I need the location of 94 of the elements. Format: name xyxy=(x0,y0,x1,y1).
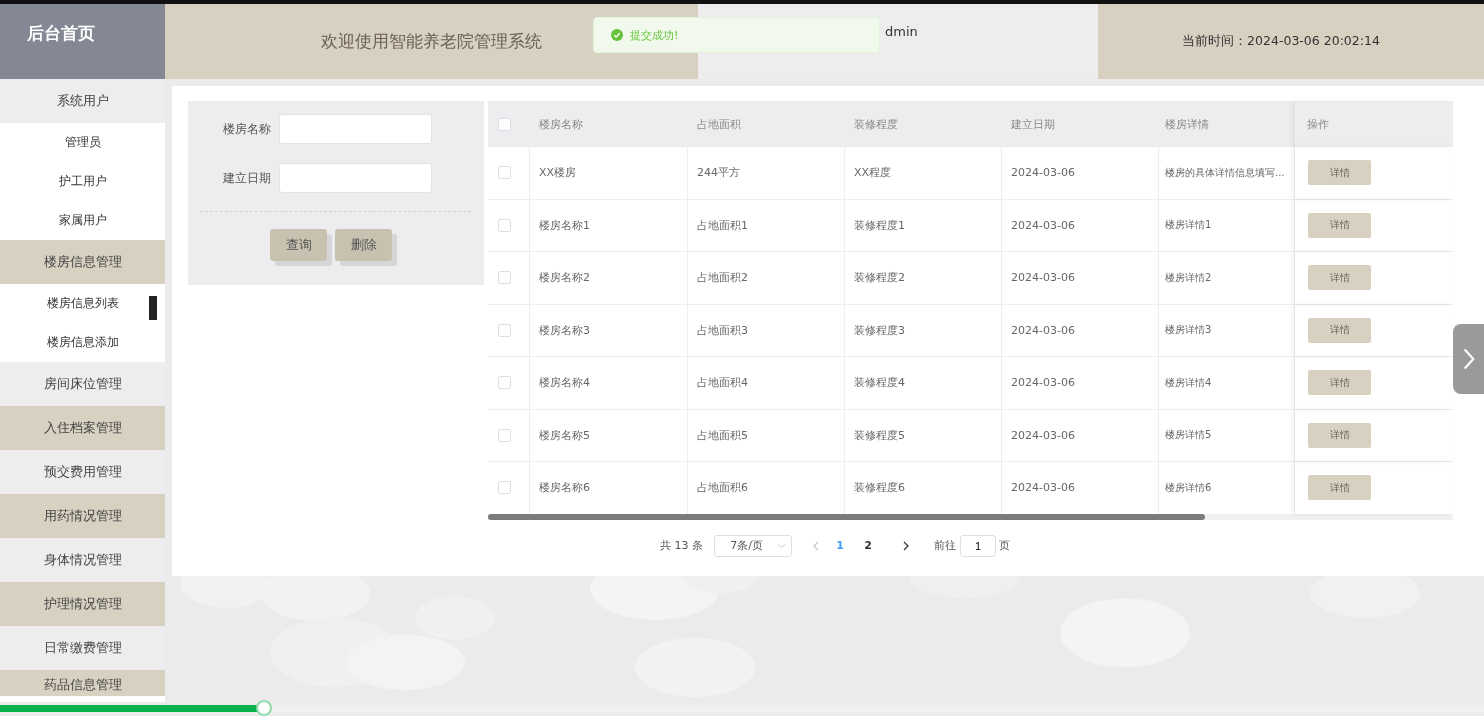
menu-group[interactable]: 入住档案管理 xyxy=(0,406,165,450)
progress-handle[interactable] xyxy=(256,700,273,716)
table-cell: 占地面积5 xyxy=(697,427,748,443)
column-header: 楼房详情 xyxy=(1165,116,1209,132)
page-size-select[interactable]: 7条/页 xyxy=(714,534,792,557)
checkbox[interactable] xyxy=(498,166,511,180)
scrollbar-thumb[interactable] xyxy=(488,513,1205,520)
checkbox[interactable] xyxy=(498,376,511,390)
table-cell: 装修程度2 xyxy=(854,270,905,286)
submenu-item[interactable]: 管理员 xyxy=(64,135,101,150)
table-cell: 244平方 xyxy=(697,165,740,181)
field-label: 楼房名称 xyxy=(222,120,272,138)
page-number[interactable]: 2 xyxy=(854,539,882,552)
next-arrow-button[interactable] xyxy=(1453,324,1484,394)
sidebar-title[interactable]: 后台首页 xyxy=(0,4,165,79)
next-page-icon[interactable] xyxy=(903,540,909,551)
check-circle-icon xyxy=(611,29,623,41)
table-cell: 楼房名称2 xyxy=(539,270,590,286)
submenu-item[interactable]: 楼房信息列表 xyxy=(46,296,119,311)
column-header: 占地面积 xyxy=(697,116,741,132)
table-cell: 楼房详情5 xyxy=(1165,428,1212,443)
checkbox[interactable] xyxy=(498,323,511,337)
menu-group[interactable]: 日常缴费管理 xyxy=(0,626,165,670)
submenu-item[interactable]: 护工用户 xyxy=(58,174,107,189)
previous-page-icon[interactable] xyxy=(813,540,819,551)
current-time: 当前时间：2024-03-06 20:02:14 xyxy=(1182,33,1380,50)
checkbox[interactable] xyxy=(498,117,511,131)
menu-group[interactable]: 楼房信息管理 xyxy=(0,240,165,284)
goto-label: 前往 xyxy=(934,538,956,553)
table-cell: 占地面积2 xyxy=(697,270,748,286)
table-cell: 装修程度1 xyxy=(854,217,905,233)
input-field[interactable] xyxy=(279,163,432,193)
menu-group[interactable]: 房间床位管理 xyxy=(0,362,165,406)
menu-group[interactable]: 身体情况管理 xyxy=(0,538,165,582)
detail-button[interactable]: 详情 xyxy=(1308,265,1371,291)
checkbox[interactable] xyxy=(498,481,511,495)
table-cell: XX程度 xyxy=(854,165,892,181)
submenu-item[interactable]: 楼房信息添加 xyxy=(46,335,119,350)
checkbox[interactable] xyxy=(498,271,511,285)
detail-button[interactable]: 详情 xyxy=(1308,160,1371,186)
menu-group[interactable]: 护理情况管理 xyxy=(0,582,165,626)
table-cell: 2024-03-06 xyxy=(1011,323,1075,337)
table-cell: 2024-03-06 xyxy=(1011,271,1075,285)
field-label: 建立日期 xyxy=(222,169,272,187)
table-cell: 楼房详情6 xyxy=(1165,480,1212,495)
detail-button[interactable]: 详情 xyxy=(1308,370,1371,396)
table-cell: 楼房名称3 xyxy=(539,322,590,338)
toast-message: 提交成功! xyxy=(630,27,679,43)
table-cell: 装修程度3 xyxy=(854,322,905,338)
table-cell: 楼房的具体详情信息填写... xyxy=(1165,165,1285,180)
table-cell: 2024-03-06 xyxy=(1011,166,1075,180)
table-cell: 楼房名称5 xyxy=(539,427,590,443)
table-cell: 装修程度6 xyxy=(854,480,905,496)
detail-button[interactable]: 详情 xyxy=(1308,317,1371,343)
welcome-title: 欢迎使用智能养老院管理系统 xyxy=(321,30,542,53)
table-cell: 楼房名称1 xyxy=(539,217,590,233)
detail-button[interactable]: 详情 xyxy=(1308,475,1371,501)
input-field[interactable] xyxy=(279,114,432,144)
table-cell: 2024-03-06 xyxy=(1011,481,1075,495)
menu-group[interactable]: 用药情况管理 xyxy=(0,494,165,538)
checkbox[interactable] xyxy=(498,428,511,442)
detail-button[interactable]: 详情 xyxy=(1308,212,1371,238)
submenu-item[interactable]: 家属用户 xyxy=(58,213,107,228)
table-cell: 2024-03-06 xyxy=(1011,428,1075,442)
table-cell: 占地面积6 xyxy=(697,480,748,496)
table-cell: 装修程度4 xyxy=(854,375,905,391)
column-header: 楼房名称 xyxy=(539,116,583,132)
column-header: 操作 xyxy=(1307,116,1329,132)
table-cell: 2024-03-06 xyxy=(1011,376,1075,390)
table-cell: 占地面积1 xyxy=(697,217,748,233)
menu-group[interactable]: 系统用户 xyxy=(0,79,165,123)
table-cell: 楼房详情4 xyxy=(1165,375,1212,390)
checkbox[interactable] xyxy=(498,218,511,232)
table-cell: 楼房详情3 xyxy=(1165,323,1212,338)
table-cell: XX楼房 xyxy=(539,165,577,181)
table-cell: 装修程度5 xyxy=(854,427,905,443)
table-cell: 楼房详情2 xyxy=(1165,270,1212,285)
column-header: 装修程度 xyxy=(854,116,898,132)
table-cell: 2024-03-06 xyxy=(1011,218,1075,232)
chevron-right-icon xyxy=(1462,347,1475,371)
table-cell: 占地面积3 xyxy=(697,322,748,338)
table-cell: 楼房详情1 xyxy=(1165,218,1212,233)
detail-button[interactable]: 详情 xyxy=(1308,422,1371,448)
menu-group[interactable]: 预交费用管理 xyxy=(0,450,165,494)
column-header: 建立日期 xyxy=(1011,116,1055,132)
total-count: 共 13 条 xyxy=(660,538,703,553)
table-cell: 楼房名称6 xyxy=(539,480,590,496)
username: dmin xyxy=(885,24,918,39)
page-input[interactable]: 1 xyxy=(960,534,996,557)
table-cell: 楼房名称4 xyxy=(539,375,590,391)
page-suffix: 页 xyxy=(999,538,1010,553)
video-progress-bar[interactable] xyxy=(0,700,1484,716)
menu-group[interactable]: 药品信息管理 xyxy=(0,670,165,696)
table-cell: 占地面积4 xyxy=(697,375,748,391)
